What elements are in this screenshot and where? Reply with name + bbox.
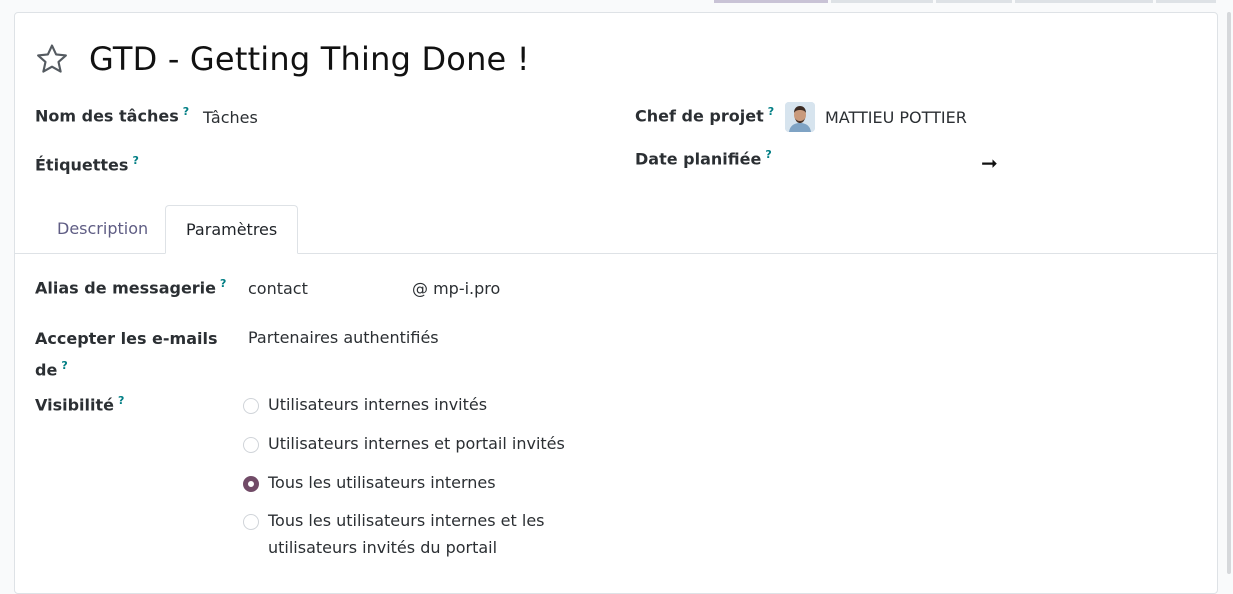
form-sheet: GTD - Getting Thing Done ! Nom des tâche… xyxy=(14,12,1218,594)
project-title[interactable]: GTD - Getting Thing Done ! xyxy=(89,40,530,78)
accept-emails-label: Accepter les e-mails de? xyxy=(35,325,218,383)
star-icon[interactable] xyxy=(35,42,69,76)
radio-button[interactable] xyxy=(243,398,259,414)
radio-button[interactable] xyxy=(243,514,259,530)
radio-button-checked[interactable] xyxy=(243,476,259,492)
radio-label: Utilisateurs internes invités xyxy=(268,395,488,414)
visibility-option-all-internal-portal[interactable]: Tous les utilisateurs internes et les ut… xyxy=(243,511,545,561)
accept-emails-select[interactable]: Partenaires authentifiés xyxy=(248,328,439,347)
top-toolbar-edge xyxy=(700,0,1233,3)
alias-label: Alias de messagerie? xyxy=(35,277,226,297)
task-name-label-text: Nom des tâches xyxy=(35,106,179,126)
help-icon[interactable]: ? xyxy=(183,105,189,118)
visibility-label: Visibilité? xyxy=(35,394,124,414)
accept-emails-label-line1: Accepter les e-mails xyxy=(35,329,218,348)
alias-label-text: Alias de messagerie xyxy=(35,278,217,298)
radio-button[interactable] xyxy=(243,437,259,453)
help-icon[interactable]: ? xyxy=(220,277,226,290)
help-icon[interactable]: ? xyxy=(768,105,774,118)
tab-description[interactable]: Description xyxy=(37,205,168,252)
visibility-label-text: Visibilité xyxy=(35,395,114,415)
manager-value[interactable]: MATTIEU POTTIER xyxy=(825,108,967,127)
alias-input[interactable]: contact xyxy=(248,279,308,298)
accept-emails-label-line2-wrap: de? xyxy=(35,352,218,383)
avatar[interactable] xyxy=(785,102,815,132)
date-label: Date planifiée? xyxy=(635,148,772,168)
tab-parametres[interactable]: Paramètres xyxy=(165,205,299,254)
radio-label-line2: utilisateurs invités du portail xyxy=(268,538,498,557)
tags-label-text: Étiquettes xyxy=(35,155,129,175)
visibility-option-invited-internal[interactable]: Utilisateurs internes invités xyxy=(243,395,487,418)
accept-emails-label-line2: de xyxy=(35,360,58,380)
scrollbar[interactable] xyxy=(1227,12,1231,574)
task-name-label: Nom des tâches? xyxy=(35,105,189,125)
tags-label: Étiquettes? xyxy=(35,154,139,174)
alias-domain: @ mp-i.pro xyxy=(412,279,501,298)
help-icon[interactable]: ? xyxy=(132,154,138,167)
manager-label-text: Chef de projet xyxy=(635,106,764,126)
visibility-option-all-internal[interactable]: Tous les utilisateurs internes xyxy=(243,473,496,496)
radio-label: Tous les utilisateurs internes xyxy=(268,473,496,492)
visibility-option-invited-internal-portal[interactable]: Utilisateurs internes et portail invités xyxy=(243,434,565,457)
radio-label-line1: Tous les utilisateurs internes et les xyxy=(268,511,545,530)
date-label-text: Date planifiée xyxy=(635,149,762,169)
arrow-right-icon: ➞ xyxy=(981,151,998,175)
manager-label: Chef de projet? xyxy=(635,105,774,125)
help-icon[interactable]: ? xyxy=(118,394,124,407)
help-icon[interactable]: ? xyxy=(765,148,771,161)
radio-label: Utilisateurs internes et portail invités xyxy=(268,434,565,453)
title-row: GTD - Getting Thing Done ! xyxy=(35,37,530,81)
task-name-value[interactable]: Tâches xyxy=(203,108,258,127)
notebook-tabs: Description Paramètres xyxy=(15,205,1217,254)
help-icon[interactable]: ? xyxy=(61,359,67,372)
radio-label-multiline: Tous les utilisateurs internes et les ut… xyxy=(268,507,545,561)
